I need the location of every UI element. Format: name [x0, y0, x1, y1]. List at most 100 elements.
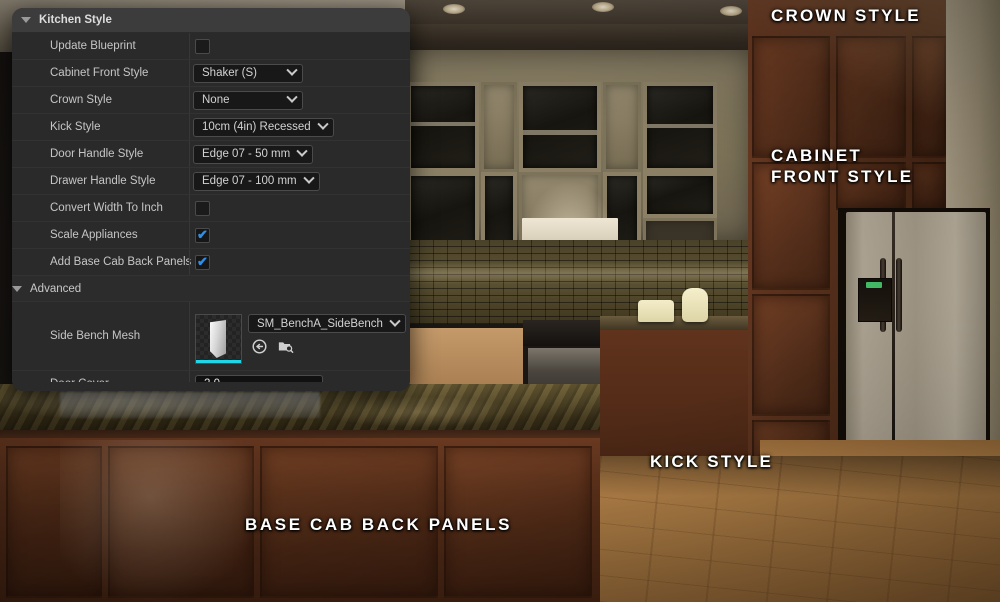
ceiling-spotlight — [592, 2, 614, 12]
property-rows: Update Blueprint Cabinet Front Style Shake… — [12, 33, 410, 391]
annotation-kick-style: KICK STYLE — [650, 452, 774, 471]
property-row-convert-width-to-inch: Convert Width To Inch — [12, 195, 410, 222]
property-row-crown-style: Crown Style None — [12, 87, 410, 114]
property-value-scale-appliances: ✔ — [189, 226, 410, 243]
property-label-add-base-cab-back-panels: Add Base Cab Back Panels — [50, 256, 192, 268]
column-separator — [189, 168, 190, 194]
toaster — [638, 300, 674, 322]
property-value-update-blueprint — [189, 38, 410, 54]
right-base-cabinets — [600, 330, 760, 460]
asset-type-accent-bar — [196, 360, 241, 363]
chevron-down-icon[interactable] — [286, 64, 298, 76]
property-value-crown-style: None — [189, 90, 410, 110]
column-separator — [189, 249, 190, 275]
panel-title: Kitchen Style — [39, 14, 112, 26]
glass-cabinet-door — [519, 82, 601, 172]
property-label-drawer-handle-style: Drawer Handle Style — [50, 175, 156, 187]
browse-to-asset-icon[interactable] — [277, 338, 294, 355]
column-separator — [189, 33, 190, 59]
property-label-scale-appliances: Scale Appliances — [50, 229, 138, 241]
kitchen-style-details-panel: Kitchen Style Update Blueprint Cabinet Fr… — [12, 8, 410, 391]
annotation-crown-style: CROWN STYLE — [771, 6, 921, 25]
column-separator — [189, 195, 190, 221]
glass-cabinet-door — [407, 82, 479, 172]
checkbox-update-blueprint[interactable] — [195, 38, 210, 54]
chevron-down-icon[interactable] — [389, 315, 401, 327]
screenshot-stage: CROWN STYLE CABINET FRONT STYLE KICK STY… — [0, 0, 1000, 602]
checkbox-convert-width-to-inch[interactable] — [195, 200, 210, 216]
column-separator — [189, 114, 190, 140]
combo-crown-style[interactable]: None — [193, 90, 303, 110]
dispenser-display — [866, 282, 882, 288]
combo-value: Edge 07 - 50 mm — [202, 148, 291, 160]
fridge-door-gap — [892, 212, 895, 468]
chevron-down-icon[interactable] — [296, 145, 308, 157]
property-label-crown-style: Crown Style — [50, 94, 112, 106]
combo-value: Edge 07 - 100 mm — [202, 175, 297, 187]
section-label-advanced: Advanced — [30, 282, 82, 295]
island-specular — [60, 440, 260, 602]
column-separator — [189, 60, 190, 86]
refrigerator — [846, 212, 986, 468]
panel-header[interactable]: Kitchen Style — [12, 8, 410, 33]
property-label-side-bench-mesh: Side Bench Mesh — [50, 330, 141, 342]
island-reflection — [60, 392, 320, 418]
glass-cabinet-door — [643, 82, 717, 172]
property-value-kick-style: 10cm (4in) Recessed — [189, 117, 410, 137]
combo-side-bench-mesh[interactable]: SM_BenchA_SideBench — [248, 314, 406, 333]
property-value-convert-width-to-inch — [189, 200, 410, 216]
combo-kick-style[interactable]: 10cm (4in) Recessed — [193, 117, 334, 137]
column-separator — [189, 222, 190, 248]
property-row-add-base-cab-back-panels: Add Base Cab Back Panels ✔ — [12, 249, 410, 276]
annotation-base-cab-back-panels: BASE CAB BACK PANELS — [245, 515, 513, 534]
chevron-down-icon[interactable] — [302, 172, 315, 184]
property-row-scale-appliances: Scale Appliances ✔ — [12, 222, 410, 249]
ceiling-spotlight — [443, 4, 465, 14]
property-row-side-bench-mesh: Side Bench Mesh SM_BenchA_SideBench — [12, 302, 410, 371]
chevron-down-icon[interactable] — [316, 118, 329, 130]
combo-value: 10cm (4in) Recessed — [202, 121, 311, 133]
cabinet-door — [481, 82, 517, 172]
combo-drawer-handle-style[interactable]: Edge 07 - 100 mm — [193, 171, 320, 191]
property-value-door-handle-style: Edge 07 - 50 mm — [189, 144, 410, 164]
mesh-preview-shape — [210, 320, 226, 358]
column-separator — [189, 87, 190, 113]
annotation-cabinet-front-style: CABINET FRONT STYLE — [771, 146, 914, 187]
kettle — [682, 288, 708, 322]
property-label-cabinet-front-style: Cabinet Front Style — [50, 67, 149, 79]
property-value-cabinet-front-style: Shaker (S) — [189, 63, 410, 83]
range-hood — [522, 218, 618, 240]
property-label-kick-style: Kick Style — [50, 121, 101, 133]
ceiling-spotlight — [720, 6, 742, 16]
panel-bottom-edge — [12, 382, 410, 391]
property-row-kick-style: Kick Style 10cm (4in) Recessed — [12, 114, 410, 141]
combo-value: Shaker (S) — [202, 67, 257, 79]
property-row-update-blueprint: Update Blueprint — [12, 33, 410, 60]
property-value-drawer-handle-style: Edge 07 - 100 mm — [189, 171, 410, 191]
section-header-advanced[interactable]: Advanced — [12, 276, 410, 302]
property-row-cabinet-front-style: Cabinet Front Style Shaker (S) — [12, 60, 410, 87]
check-icon: ✔ — [197, 226, 208, 242]
checkbox-add-base-cab-back-panels[interactable]: ✔ — [195, 253, 210, 270]
triangle-down-icon[interactable] — [12, 285, 22, 292]
cabinet-door — [603, 82, 641, 172]
property-label-door-handle-style: Door Handle Style — [50, 148, 144, 160]
combo-value: SM_BenchA_SideBench — [257, 317, 383, 330]
chevron-down-icon[interactable] — [286, 91, 298, 103]
static-mesh-thumbnail[interactable] — [195, 314, 242, 364]
check-icon: ✔ — [197, 253, 208, 269]
property-value-side-bench-mesh: SM_BenchA_SideBench — [189, 308, 410, 364]
backsplash-light-strip — [405, 262, 753, 284]
fridge-handle-right — [896, 258, 902, 332]
combo-cabinet-front-style[interactable]: Shaker (S) — [193, 63, 303, 83]
property-label-update-blueprint: Update Blueprint — [50, 40, 136, 52]
column-separator — [189, 141, 190, 167]
combo-door-handle-style[interactable]: Edge 07 - 50 mm — [193, 144, 314, 164]
glass-cabinet-door — [643, 172, 717, 218]
property-label-convert-width-to-inch: Convert Width To Inch — [50, 202, 163, 214]
checkbox-scale-appliances[interactable]: ✔ — [195, 226, 210, 243]
triangle-down-icon[interactable] — [21, 17, 31, 23]
property-value-add-base-cab-back-panels: ✔ — [189, 253, 410, 270]
property-row-drawer-handle-style: Drawer Handle Style Edge 07 - 100 mm — [12, 168, 410, 195]
use-selected-asset-icon[interactable] — [251, 338, 268, 355]
